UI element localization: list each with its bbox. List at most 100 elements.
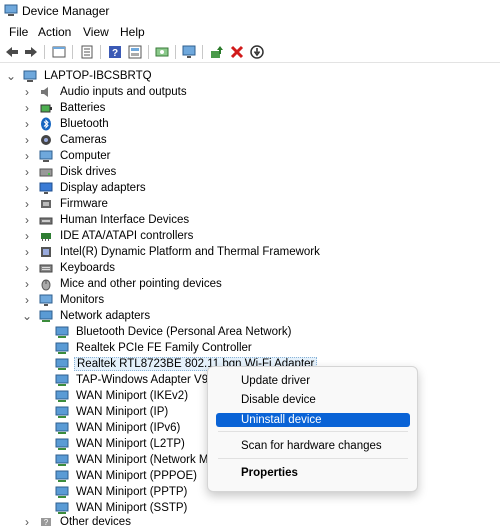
chevron-right-icon[interactable]: › <box>22 164 32 180</box>
chevron-down-icon[interactable]: ⌄ <box>6 68 16 84</box>
device-wan-pptp[interactable]: WAN Miniport (PPTP) <box>54 484 189 500</box>
chevron-right-icon[interactable]: › <box>22 84 32 100</box>
help-icon[interactable]: ? <box>107 44 123 60</box>
category-monitors[interactable]: › Monitors <box>22 292 106 308</box>
monitor-icon <box>38 292 54 308</box>
chevron-right-icon[interactable]: › <box>22 148 32 164</box>
category-keyboards[interactable]: › Keyboards <box>22 260 117 276</box>
device-label: Realtek PCIe FE Family Controller <box>76 342 252 354</box>
keyboard-icon <box>38 260 54 276</box>
menu-view[interactable]: View <box>81 24 111 40</box>
unknown-device-icon: ? <box>38 514 54 530</box>
device-manager-icon <box>4 4 18 16</box>
category-label: Bluetooth <box>60 118 109 130</box>
network-adapter-icon <box>54 404 70 420</box>
category-label: Network adapters <box>60 310 151 322</box>
chevron-right-icon[interactable]: › <box>22 514 32 530</box>
category-bluetooth[interactable]: › Bluetooth <box>22 116 111 132</box>
chevron-right-icon[interactable]: › <box>22 196 32 212</box>
uninstall-device-menu-item[interactable]: Uninstall device <box>216 413 410 427</box>
chevron-right-icon[interactable]: › <box>22 100 32 116</box>
category-hid[interactable]: › Human Interface Devices <box>22 212 191 228</box>
uninstall-icon[interactable] <box>229 44 245 60</box>
menu-divider <box>218 458 408 459</box>
disable-device-menu-item[interactable]: Disable device <box>216 393 410 407</box>
chevron-right-icon[interactable]: › <box>22 292 32 308</box>
menu-help[interactable]: Help <box>118 24 147 40</box>
display-adapter-icon <box>38 180 54 196</box>
network-adapter-icon <box>54 372 70 388</box>
scan-hardware-icon[interactable] <box>154 44 170 60</box>
category-network-adapters[interactable]: ⌄ Network adapters <box>22 308 152 324</box>
device-wan-ip[interactable]: WAN Miniport (IP) <box>54 404 170 420</box>
menu-action[interactable]: Action <box>36 24 73 40</box>
forward-icon[interactable] <box>23 44 39 60</box>
context-menu: Update driver Disable device Uninstall d… <box>207 366 418 492</box>
device-bluetooth-pan[interactable]: Bluetooth Device (Personal Area Network) <box>54 324 293 340</box>
device-wan-ikev2[interactable]: WAN Miniport (IKEv2) <box>54 388 190 404</box>
hid-icon <box>38 212 54 228</box>
category-audio[interactable]: › Audio inputs and outputs <box>22 84 189 100</box>
category-label: Human Interface Devices <box>60 214 190 226</box>
category-label: Computer <box>60 150 111 162</box>
chevron-right-icon[interactable]: › <box>22 276 32 292</box>
category-firmware[interactable]: › Firmware <box>22 196 110 212</box>
device-wan-l2tp[interactable]: WAN Miniport (L2TP) <box>54 436 187 452</box>
menu-file[interactable]: File <box>7 24 30 40</box>
show-hidden-icon[interactable] <box>79 44 95 60</box>
category-intel-thermal[interactable]: › Intel(R) Dynamic Platform and Thermal … <box>22 244 322 260</box>
category-other-devices[interactable]: › ? Other devices <box>22 514 133 530</box>
network-adapter-icon <box>54 452 70 468</box>
device-wan-pppoe[interactable]: WAN Miniport (PPPOE) <box>54 468 199 484</box>
category-label: Cameras <box>60 134 107 146</box>
chevron-down-icon[interactable]: ⌄ <box>22 308 32 324</box>
update-driver-menu-item[interactable]: Update driver <box>216 374 410 388</box>
category-display-adapters[interactable]: › Display adapters <box>22 180 148 196</box>
category-ide[interactable]: › IDE ATA/ATAPI controllers <box>22 228 195 244</box>
network-adapter-icon <box>54 340 70 356</box>
mouse-icon <box>38 276 54 292</box>
monitor-icon[interactable] <box>181 44 197 60</box>
device-label: Bluetooth Device (Personal Area Network) <box>76 326 292 338</box>
category-computer[interactable]: › Computer <box>22 148 113 164</box>
chevron-right-icon[interactable]: › <box>22 228 32 244</box>
chevron-right-icon[interactable]: › <box>22 260 32 276</box>
category-label: Batteries <box>60 102 106 114</box>
back-icon[interactable] <box>4 44 20 60</box>
view-icon[interactable] <box>127 44 143 60</box>
category-mice[interactable]: › Mice and other pointing devices <box>22 276 224 292</box>
category-label: Audio inputs and outputs <box>60 86 187 98</box>
network-adapter-icon <box>54 436 70 452</box>
disable-icon[interactable] <box>249 44 265 60</box>
window-title: Device Manager <box>22 4 110 18</box>
category-label: Other devices <box>60 516 131 528</box>
update-driver-icon[interactable] <box>209 44 225 60</box>
properties-icon[interactable] <box>51 44 67 60</box>
category-disk-drives[interactable]: › Disk drives <box>22 164 118 180</box>
device-label: WAN Miniport (PPTP) <box>76 486 188 498</box>
device-tap-windows[interactable]: TAP-Windows Adapter V9 <box>54 372 210 388</box>
chevron-right-icon[interactable]: › <box>22 132 32 148</box>
device-wan-ipv6[interactable]: WAN Miniport (IPv6) <box>54 420 182 436</box>
tree-root[interactable]: ⌄ LAPTOP-IBCSBRTQ <box>6 68 154 84</box>
scan-hardware-menu-item[interactable]: Scan for hardware changes <box>216 439 410 453</box>
chevron-right-icon[interactable]: › <box>22 212 32 228</box>
ide-controller-icon <box>38 228 54 244</box>
device-label: WAN Miniport (IP) <box>76 406 169 418</box>
chevron-right-icon[interactable]: › <box>22 116 32 132</box>
category-cameras[interactable]: › Cameras <box>22 132 109 148</box>
device-label: WAN Miniport (PPPOE) <box>76 470 197 482</box>
device-realtek-pcie[interactable]: Realtek PCIe FE Family Controller <box>54 340 254 356</box>
title-bar: Device Manager <box>0 0 500 22</box>
properties-menu-item[interactable]: Properties <box>216 466 410 480</box>
network-adapter-icon <box>54 484 70 500</box>
chevron-right-icon[interactable]: › <box>22 180 32 196</box>
bluetooth-icon <box>38 116 54 132</box>
category-label: Monitors <box>60 294 105 306</box>
speaker-icon <box>38 84 54 100</box>
device-label: WAN Miniport (SSTP) <box>76 502 188 514</box>
category-label: Keyboards <box>60 262 115 274</box>
category-batteries[interactable]: › Batteries <box>22 100 107 116</box>
network-adapter-icon <box>38 308 54 324</box>
chevron-right-icon[interactable]: › <box>22 244 32 260</box>
